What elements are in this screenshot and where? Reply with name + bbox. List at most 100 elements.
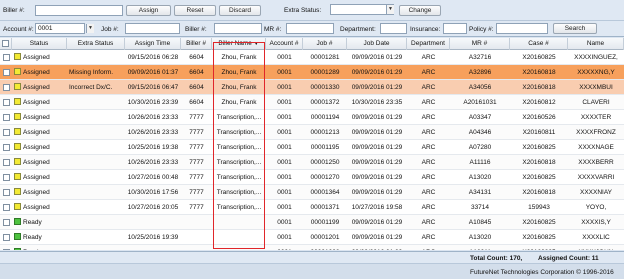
biller-name-cell: Transcription,... bbox=[216, 144, 262, 151]
job-cell: 00001281 bbox=[310, 54, 340, 61]
chevron-down-icon[interactable]: ▼ bbox=[86, 24, 94, 33]
status-cell: Assigned bbox=[12, 185, 67, 200]
job-cell: 00001208 bbox=[303, 245, 347, 250]
table-row[interactable]: Ready 10/25/2016 19:39 0001 00001201 09/09/2… bbox=[0, 230, 624, 245]
col-header-name[interactable]: Name bbox=[568, 38, 624, 50]
biller-num-cell: 7777 bbox=[189, 159, 204, 166]
row-checkbox[interactable] bbox=[3, 204, 10, 211]
patient-name-cell: XXXXMBUI bbox=[579, 84, 613, 91]
extra-status-cell: Missing Inform. bbox=[69, 69, 114, 76]
col-header-job-date[interactable]: Job Date bbox=[347, 38, 407, 50]
assign-time-cell bbox=[125, 245, 181, 250]
mr-cell: A10845 bbox=[468, 219, 492, 226]
table-row[interactable]: Assigned 10/27/2016 00:48 7777 Transcriptio… bbox=[0, 170, 624, 185]
assign-time-cell: 10/25/2016 19:39 bbox=[127, 234, 179, 241]
assign-time-cell: 09/09/2016 01:37 bbox=[127, 69, 179, 76]
biller-label: Biller #: bbox=[3, 7, 25, 14]
row-checkbox[interactable] bbox=[3, 54, 10, 61]
mr-cell: A34056 bbox=[468, 84, 492, 91]
insurance-input[interactable] bbox=[443, 23, 467, 34]
table-row[interactable]: Ready 0001 00001199 09/09/2016 01:29 ARC A108… bbox=[0, 215, 624, 230]
row-checkbox[interactable] bbox=[3, 219, 10, 226]
mr-input[interactable] bbox=[286, 23, 334, 34]
status-cell: Assigned bbox=[12, 155, 67, 170]
row-checkbox[interactable] bbox=[3, 234, 10, 241]
status-label: Assigned bbox=[23, 54, 50, 61]
table-row[interactable]: Assigned Missing Inform. 09/09/2016 01:37 6… bbox=[0, 65, 624, 80]
status-label: Assigned bbox=[23, 144, 50, 151]
reset-button[interactable]: Reset bbox=[174, 5, 216, 16]
col-header-account[interactable]: Account # bbox=[266, 38, 303, 50]
biller-filter-input[interactable] bbox=[214, 23, 262, 34]
sort-desc-icon: ▼ bbox=[253, 41, 259, 47]
col-header-biller-name[interactable]: Biller Name ▼ bbox=[212, 38, 266, 50]
table-row[interactable]: Assigned 10/26/2016 23:33 7777 Transcriptio… bbox=[0, 110, 624, 125]
row-checkbox[interactable] bbox=[3, 129, 10, 136]
col-header-extra-status[interactable]: Extra Status bbox=[67, 38, 125, 50]
select-all-header[interactable] bbox=[0, 38, 12, 50]
extra-status-select[interactable] bbox=[330, 4, 394, 15]
job-input[interactable] bbox=[125, 23, 180, 34]
row-checkbox[interactable] bbox=[3, 189, 10, 196]
col-header-job[interactable]: Job # bbox=[303, 38, 347, 50]
job-cell: 00001250 bbox=[310, 159, 340, 166]
col-header-biller-num[interactable]: Biller # bbox=[181, 38, 212, 50]
row-checkbox[interactable] bbox=[3, 144, 10, 151]
row-checkbox[interactable] bbox=[3, 84, 10, 91]
table-row[interactable]: Assigned 10/27/2016 20:05 7777 Transcriptio… bbox=[0, 200, 624, 215]
change-button[interactable]: Change bbox=[399, 5, 441, 16]
row-checkbox[interactable] bbox=[3, 99, 10, 106]
table-row[interactable]: Assigned 09/15/2016 06:28 6604 Zhou, Frank 0… bbox=[0, 50, 624, 65]
col-header-assign-time[interactable]: Assign Time bbox=[125, 38, 181, 50]
table-row[interactable]: Assigned 10/26/2016 23:33 7777 Transcriptio… bbox=[0, 155, 624, 170]
assigned-count: Assigned Count: 11 bbox=[538, 255, 599, 262]
job-cell: 00001213 bbox=[310, 129, 340, 136]
job-date-cell: 09/09/2016 01:29 bbox=[351, 69, 403, 76]
case-cell: X20160825 bbox=[522, 219, 556, 226]
assigned-status-icon bbox=[14, 98, 21, 105]
biller-input[interactable] bbox=[35, 5, 123, 16]
department-cell: ARC bbox=[421, 114, 436, 121]
job-date-cell: 09/09/2016 01:29 bbox=[351, 174, 403, 181]
case-cell: X20160825 bbox=[522, 234, 556, 241]
extra-status-cell bbox=[67, 125, 125, 140]
row-checkbox[interactable] bbox=[3, 159, 10, 166]
table-row[interactable]: Assigned 10/25/2016 19:38 7777 Transcriptio… bbox=[0, 140, 624, 155]
ready-status-icon bbox=[14, 218, 21, 225]
col-header-department[interactable]: Department bbox=[407, 38, 450, 50]
chevron-down-icon[interactable]: ▼ bbox=[386, 5, 394, 14]
table-row[interactable]: Assigned 10/26/2016 23:33 7777 Transcriptio… bbox=[0, 125, 624, 140]
assigned-status-icon bbox=[14, 158, 21, 165]
biller-name-cell: Transcription,... bbox=[216, 174, 262, 181]
table-row[interactable]: Assigned 10/30/2016 23:39 6604 Zhou, Frank 0… bbox=[0, 95, 624, 110]
biller-name-cell: Transcription,... bbox=[216, 129, 262, 136]
col-header-status[interactable]: Status bbox=[12, 38, 67, 50]
biller-num-cell: 7777 bbox=[189, 129, 204, 136]
assign-button[interactable]: Assign bbox=[126, 5, 171, 16]
extra-status-cell bbox=[67, 140, 125, 155]
mr-cell: 33714 bbox=[470, 204, 490, 211]
account-select[interactable]: 0001 bbox=[35, 23, 85, 34]
job-date-cell: 10/27/2016 19:58 bbox=[351, 204, 403, 211]
row-checkbox[interactable] bbox=[3, 69, 10, 76]
discard-button[interactable]: Discard bbox=[219, 5, 261, 16]
row-checkbox[interactable] bbox=[3, 249, 10, 250]
col-header-mr[interactable]: MR # bbox=[450, 38, 510, 50]
policy-input[interactable] bbox=[496, 23, 548, 34]
department-cell: ARC bbox=[421, 189, 436, 196]
col-header-case[interactable]: Case # bbox=[510, 38, 568, 50]
extra-status-cell bbox=[67, 245, 125, 250]
table-row[interactable]: Ready 00010000120809/09/2016 01:29ARCA160… bbox=[0, 245, 624, 250]
row-checkbox[interactable] bbox=[3, 174, 10, 181]
job-cell: 00001194 bbox=[310, 114, 340, 121]
case-cell: X20160812 bbox=[522, 99, 556, 106]
table-row[interactable]: Assigned Incorrect Dx/C. 09/15/2016 06:47 6… bbox=[0, 80, 624, 95]
department-input[interactable] bbox=[380, 23, 407, 34]
department-cell: ARC bbox=[421, 159, 436, 166]
table-row[interactable]: Assigned 10/30/2016 17:56 7777 Transcriptio… bbox=[0, 185, 624, 200]
assign-time-cell: 10/26/2016 23:33 bbox=[127, 129, 179, 136]
row-checkbox[interactable] bbox=[3, 114, 10, 121]
select-all-checkbox[interactable] bbox=[2, 40, 9, 47]
job-cell: 00001199 bbox=[310, 219, 340, 226]
search-button[interactable]: Search bbox=[553, 23, 597, 34]
